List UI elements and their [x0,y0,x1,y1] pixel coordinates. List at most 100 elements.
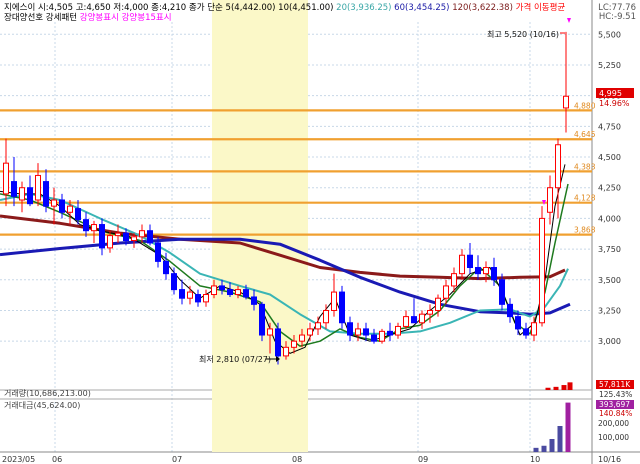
candle-body-21 [171,273,177,291]
price-tick-9: 3,250 [598,306,621,315]
current-price-percent: 14.96% [599,99,630,108]
candle-body-50 [403,316,409,327]
candle-body-40 [323,309,329,324]
candle-body-70 [563,95,569,109]
candle-body-32 [259,303,265,336]
level-label-3: 4,128 [574,194,596,203]
price-tick-6: 4,000 [598,214,621,223]
amount-value: 393,697 [599,400,630,409]
legend2-item-0: 장대양선호 강세패턴 [4,12,77,23]
candle-body-28 [227,289,233,296]
candle-body-5 [43,181,49,207]
amount-bar-4 [565,402,571,452]
level-label-1: 4,645 [574,130,596,139]
candle-body-25 [203,294,209,303]
candle-body-4 [35,174,41,201]
amount-bar-2 [549,439,555,452]
candle-body-6 [51,199,57,207]
candle-body-18 [147,230,153,244]
level-label-4: 3,868 [574,226,596,235]
price-tick-10: 3,000 [598,337,621,346]
legend1-item-5: 120(3,622.38) [450,3,513,13]
date-label-6: 10/16 [598,455,621,464]
candle-body-64 [515,316,521,330]
legend1-item-3: 20(3,936.25) [333,3,391,13]
amount-tick-2: 100,000 [598,433,629,442]
candle-body-69 [555,144,561,189]
candle-body-11 [91,224,97,232]
legend-line-1: 지에스이 시:4,505 고:4,650 저:4,000 종:4,210 종가 … [4,2,565,13]
candle-body-22 [179,289,185,299]
candle-body-12 [99,224,105,249]
date-label-4: 09 [418,455,428,464]
candle-body-16 [131,236,137,242]
legend1-item-0: 지에스이 시:4,505 고:4,650 저:4,000 종:4,210 [4,2,186,13]
highlight-band [212,0,308,452]
price-tick-8: 3,500 [598,276,621,285]
candle-body-60 [483,267,489,275]
amount-bar-0 [533,447,539,452]
price-tick-5: 4,250 [598,184,621,193]
date-label-2: 07 [172,455,182,464]
candle-body-59 [475,267,481,275]
candle-body-10 [83,219,89,232]
volume-bar-1 [553,386,559,390]
candle-body-31 [251,296,257,305]
candle-body-29 [235,289,241,296]
candle-body-56 [451,273,457,287]
candle-body-58 [467,254,473,269]
volume-percent: 125.43% [599,390,632,399]
stock-chart[interactable]: 4,880 4,645 4,383 4,128 3,868 지에스이 시:4,505 고… [0,0,640,464]
candle-body-20 [163,260,169,275]
candle-body-19 [155,242,161,262]
candle-body-61 [491,267,497,281]
low-annotation: 최저 2,810 (07/27) [199,354,271,364]
candle-body-36 [291,340,297,348]
candle-body-47 [379,330,385,342]
candle-body-9 [75,208,81,221]
candle-body-8 [67,205,73,213]
candle-body-42 [339,291,345,324]
candle-body-15 [123,232,129,242]
volume-label: 거래량(10,686,213.00) [4,388,91,398]
candle-body-43 [347,322,353,336]
candle-body-39 [315,322,321,330]
candle-body-67 [539,217,545,324]
candle-body-44 [355,328,361,336]
candle-body-53 [427,309,433,315]
date-label-5: 10 [530,455,540,464]
candle-body-33 [267,328,273,336]
legend2-item-2: 강양봉15표시 [119,12,172,23]
amount-bar-3 [557,426,563,452]
candle-body-34 [275,328,281,357]
amount-bar-1 [541,445,547,452]
candle-body-51 [411,316,417,324]
legend1-item-2: 10(4,451.00) [275,3,333,13]
candle-body-52 [419,313,425,324]
candle-body-63 [507,303,513,318]
candle-body-65 [523,328,529,336]
candle-body-13 [107,235,113,249]
candle-body-1 [11,181,17,197]
candle-body-24 [195,294,201,303]
hc-value: HC:-9.51 [599,12,636,22]
date-label-0: 2023/05 [2,455,35,464]
amount-label: 거래대금(45,624.00) [4,401,80,410]
price-tick-3: 4,750 [598,122,621,131]
candle-body-0 [3,162,9,195]
candle-body-26 [211,285,217,296]
candle-body-41 [331,291,337,311]
amount-percent: 140.84% [599,409,632,418]
candle-body-55 [443,285,449,299]
volume-bar-0 [545,387,551,390]
candle-body-54 [435,297,441,311]
candle-body-27 [219,285,225,291]
candle-body-46 [371,334,377,342]
candle-body-38 [307,328,313,336]
volume-value: 57,811K [599,380,631,389]
amount-tick-1: 200,000 [598,419,629,428]
date-label-3: 08 [292,455,302,464]
candle-body-45 [363,328,369,336]
level-label-0: 4,880 [574,101,596,110]
candle-body-37 [299,334,305,342]
